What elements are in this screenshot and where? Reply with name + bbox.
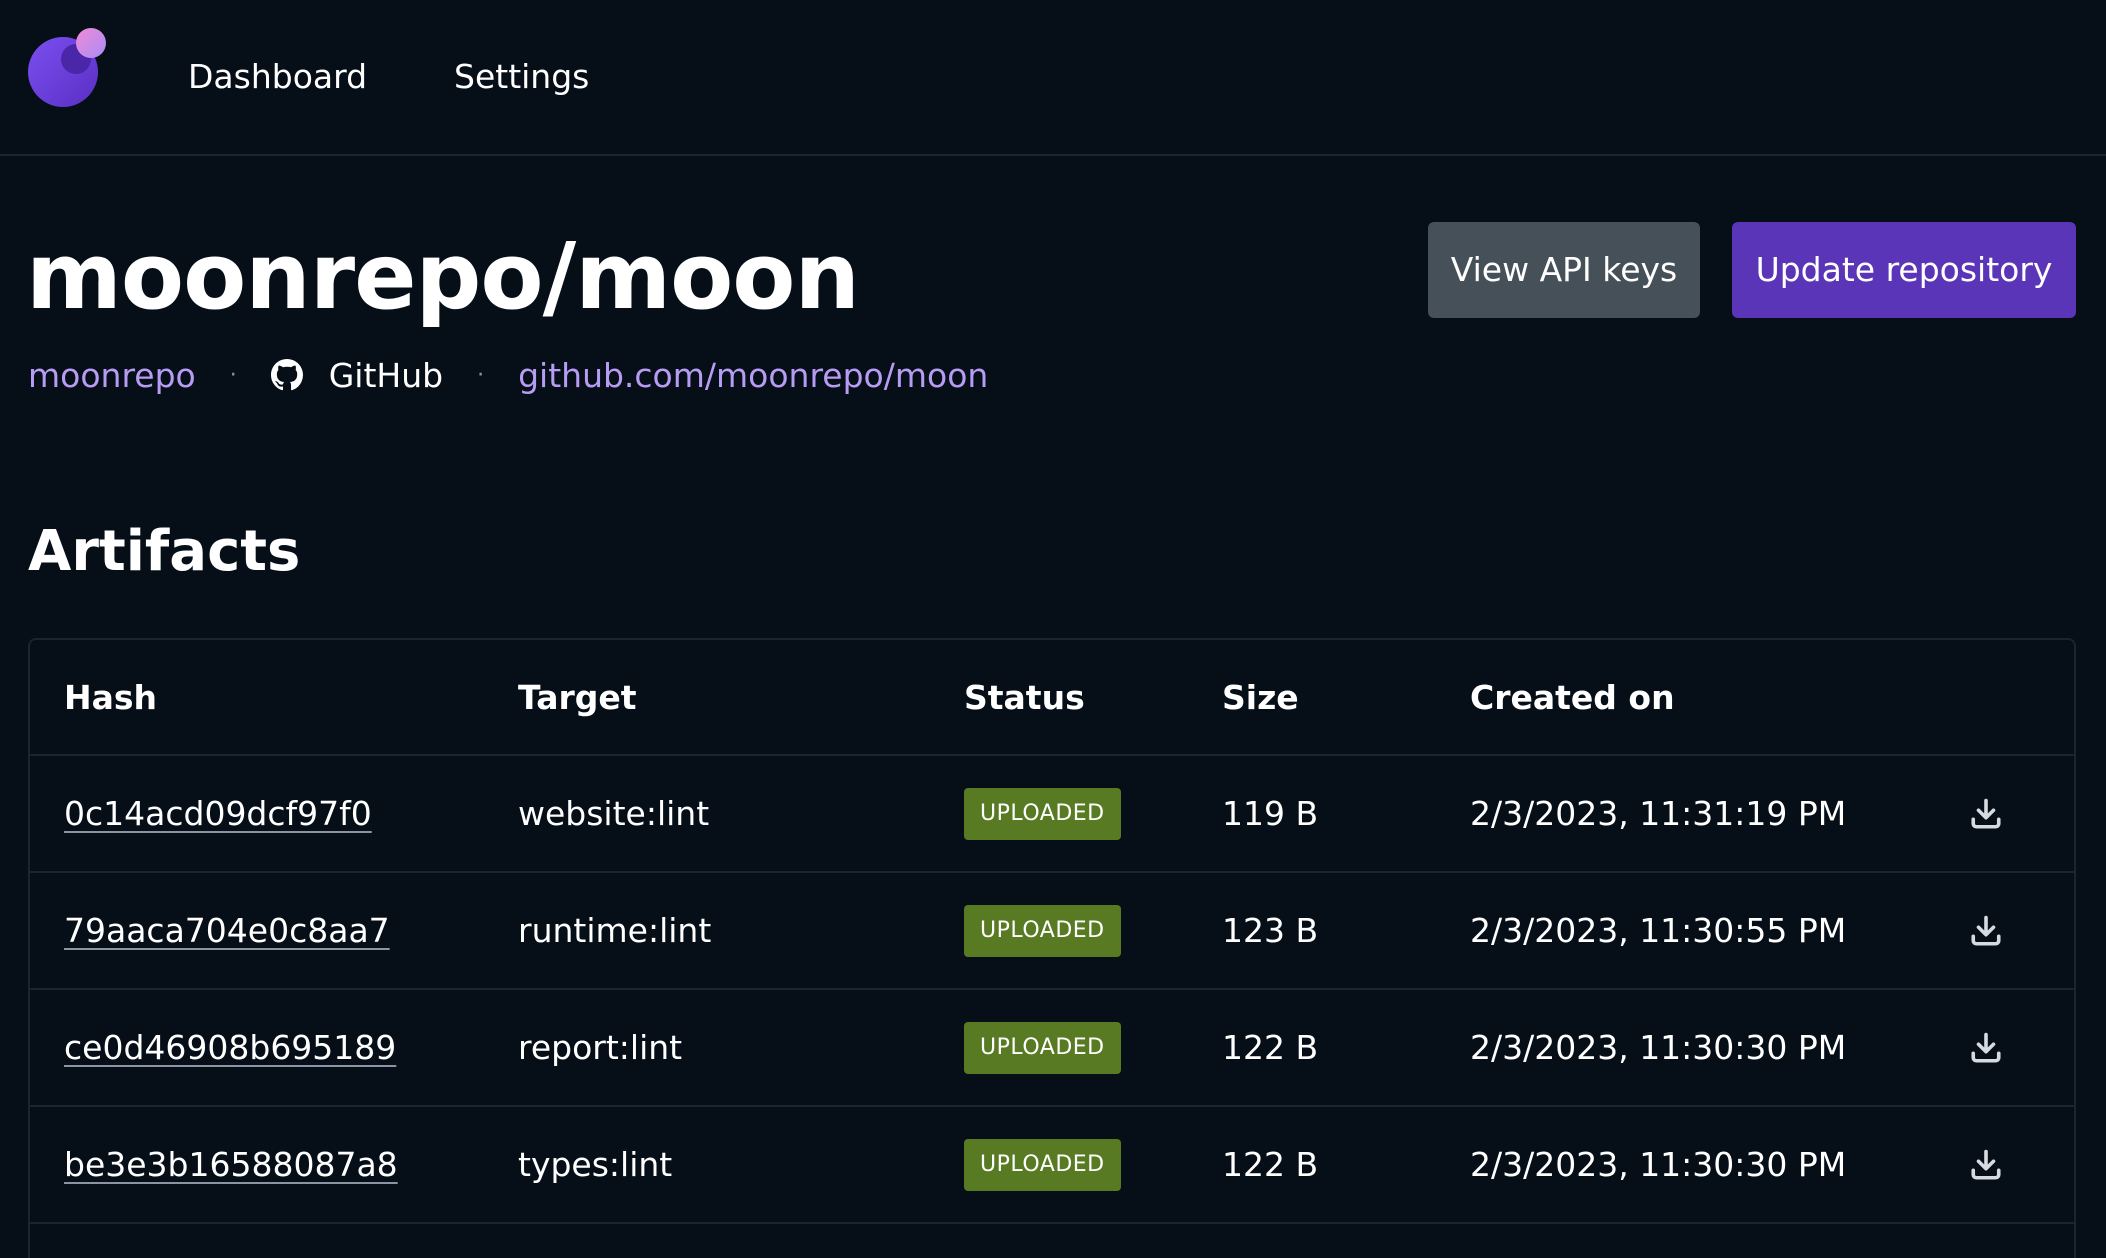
repo-owner-link[interactable]: moonrepo	[28, 356, 196, 395]
update-repository-button[interactable]: Update repository	[1732, 222, 2076, 318]
artifact-hash-link[interactable]: 0c14acd09dcf97f0	[64, 794, 372, 833]
created-cell: 2/3/2023, 11:30:30 PM	[1470, 1028, 1847, 1067]
artifacts-heading: Artifacts	[28, 519, 301, 584]
status-badge: UPLOADED	[964, 904, 1121, 957]
download-icon[interactable]	[1968, 1030, 2004, 1066]
moon-logo-icon[interactable]	[27, 26, 109, 108]
created-cell: 2/3/2023, 11:30:55 PM	[1470, 911, 1847, 950]
table-header-row: Hash Target Status Size Created on	[30, 640, 2074, 756]
artifacts-table: Hash Target Status Size Created on 0c14a…	[28, 638, 2076, 1258]
hash-cell: 79aaca704e0c8aa7	[64, 873, 390, 988]
created-cell: 2/3/2023, 11:31:19 PM	[1470, 794, 1847, 833]
download-icon[interactable]	[1968, 796, 2004, 832]
repo-provider: GitHub	[270, 355, 444, 395]
target-cell: report:lint	[518, 1028, 683, 1067]
hash-cell: 0c14acd09dcf97f0	[64, 756, 372, 871]
nav-dashboard-link[interactable]: Dashboard	[188, 52, 367, 102]
nav-settings-link[interactable]: Settings	[454, 52, 589, 102]
artifact-hash-link[interactable]: ce0d46908b695189	[64, 1028, 396, 1067]
size-cell: 122 B	[1222, 1028, 1319, 1067]
column-header-target: Target	[518, 677, 637, 717]
column-header-hash: Hash	[64, 677, 158, 717]
target-cell: types:lint	[518, 1145, 673, 1184]
view-api-keys-button[interactable]: View API keys	[1428, 222, 1700, 318]
size-cell: 123 B	[1222, 911, 1319, 950]
status-cell: UPLOADED	[964, 756, 1121, 871]
status-badge: UPLOADED	[964, 1138, 1121, 1191]
download-icon[interactable]	[1968, 913, 2004, 949]
repo-provider-label: GitHub	[328, 355, 444, 395]
top-navigation: Dashboard Settings	[0, 0, 2106, 156]
separator-dot: ·	[477, 362, 485, 388]
table-row: be3e3b16588087a8 types:lint UPLOADED 122…	[30, 1107, 2074, 1224]
repo-meta: moonrepo · GitHub · github.com/moonrepo/…	[28, 352, 988, 398]
column-header-status: Status	[964, 677, 1085, 717]
target-cell: website:lint	[518, 794, 710, 833]
status-badge: UPLOADED	[964, 787, 1121, 840]
download-icon[interactable]	[1968, 1147, 2004, 1183]
column-header-created: Created on	[1470, 677, 1675, 717]
target-cell: runtime:lint	[518, 911, 712, 950]
table-row: 0c14acd09dcf97f0 website:lint UPLOADED 1…	[30, 756, 2074, 873]
action-cell	[1968, 756, 2004, 871]
action-cell	[1968, 873, 2004, 988]
action-cell	[1968, 990, 2004, 1105]
status-badge: UPLOADED	[964, 1021, 1121, 1074]
artifact-hash-link[interactable]: be3e3b16588087a8	[64, 1145, 398, 1184]
hash-cell: be3e3b16588087a8	[64, 1107, 398, 1222]
action-cell	[1968, 1107, 2004, 1222]
size-cell: 122 B	[1222, 1145, 1319, 1184]
status-cell: UPLOADED	[964, 873, 1121, 988]
hash-cell: ce0d46908b695189	[64, 990, 396, 1105]
created-cell: 2/3/2023, 11:30:30 PM	[1470, 1145, 1847, 1184]
status-cell: UPLOADED	[964, 1107, 1121, 1222]
separator-dot: ·	[229, 362, 237, 388]
artifact-hash-link[interactable]: 79aaca704e0c8aa7	[64, 911, 390, 950]
column-header-size: Size	[1222, 677, 1299, 717]
size-cell: 119 B	[1222, 794, 1319, 833]
github-icon	[270, 359, 303, 391]
page-title: moonrepo/moon	[26, 223, 860, 330]
repo-url-link[interactable]: github.com/moonrepo/moon	[518, 356, 988, 395]
table-row: 79aaca704e0c8aa7 runtime:lint UPLOADED 1…	[30, 873, 2074, 990]
table-row: ce0d46908b695189 report:lint UPLOADED 12…	[30, 990, 2074, 1107]
status-cell: UPLOADED	[964, 990, 1121, 1105]
